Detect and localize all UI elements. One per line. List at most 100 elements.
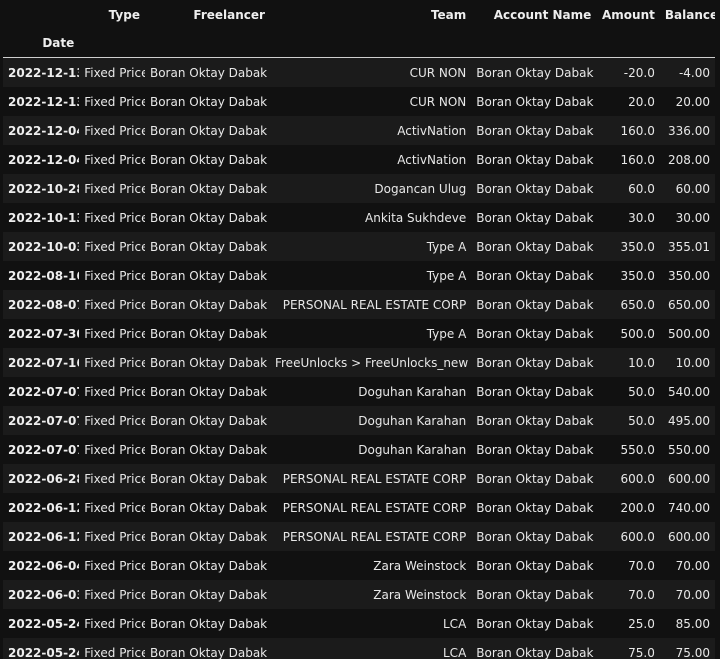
cell-amount: -20.0 <box>623 65 655 80</box>
cell-type: Fixed Price <box>84 181 145 196</box>
table-row: 2022-07-30 Fixed Price Boran Oktay Dabak Ty… <box>3 319 715 348</box>
cell-balance: 540.00 <box>668 384 710 399</box>
cell-account-name: Boran Oktay Dabak <box>476 442 594 457</box>
cell-account-name: Boran Oktay Dabak <box>476 297 594 312</box>
cell-date: 2022-07-30 <box>8 326 80 341</box>
cell-account-name: Boran Oktay Dabak <box>476 384 594 399</box>
table-row: 2022-08-16 Fixed Price Boran Oktay Dabak Ty… <box>3 261 715 290</box>
dataframe-table: Type Freelancer Team Account Name Amount… <box>3 0 715 659</box>
cell-date: 2022-10-13 <box>8 210 80 225</box>
cell-type: Fixed Price <box>84 587 145 602</box>
cell-freelancer: Boran Oktay Dabak <box>149 181 268 196</box>
cell-freelancer: Boran Oktay Dabak <box>149 297 268 312</box>
cell-team: Doguhan Karahan <box>358 384 467 399</box>
cell-team: Zara Weinstock <box>373 587 467 602</box>
cell-balance: 500.00 <box>668 326 710 341</box>
cell-balance: 740.00 <box>668 500 710 515</box>
cell-date: 2022-05-24 <box>8 645 80 659</box>
index-header-row: Date <box>3 29 715 58</box>
cell-date: 2022-06-12 <box>8 529 80 544</box>
cell-date: 2022-08-07 <box>8 297 80 312</box>
cell-type: Fixed Price <box>84 471 145 486</box>
cell-type: Fixed Price <box>84 210 145 225</box>
cell-freelancer: Boran Oktay Dabak <box>149 413 268 428</box>
cell-freelancer: Boran Oktay Dabak <box>149 268 268 283</box>
cell-freelancer: Boran Oktay Dabak <box>149 616 268 631</box>
cell-type: Fixed Price <box>84 239 145 254</box>
cell-account-name: Boran Oktay Dabak <box>476 65 594 80</box>
cell-account-name: Boran Oktay Dabak <box>476 500 594 515</box>
cell-amount: 50.0 <box>628 384 655 399</box>
table-row: 2022-07-07 Fixed Price Boran Oktay Dabak Do… <box>3 435 715 464</box>
cell-account-name: Boran Oktay Dabak <box>476 94 594 109</box>
cell-balance: 336.00 <box>668 123 710 138</box>
cell-date: 2022-12-13 <box>8 94 80 109</box>
table-row: 2022-05-24 Fixed Price Boran Oktay Dabak LC… <box>3 609 715 638</box>
cell-team: Doguhan Karahan <box>358 442 467 457</box>
cell-date: 2022-07-16 <box>8 355 80 370</box>
cell-date: 2022-12-13 <box>8 65 80 80</box>
cell-balance: 75.00 <box>675 645 710 659</box>
cell-account-name: Boran Oktay Dabak <box>476 471 594 486</box>
cell-account-name: Boran Oktay Dabak <box>476 529 594 544</box>
cell-team: Type A <box>426 326 467 341</box>
cell-amount: 75.0 <box>628 645 655 659</box>
cell-account-name: Boran Oktay Dabak <box>476 645 594 659</box>
cell-date: 2022-08-16 <box>8 268 80 283</box>
cell-amount: 650.0 <box>620 297 655 312</box>
cell-amount: 600.0 <box>620 529 655 544</box>
cell-date: 2022-07-07 <box>8 413 80 428</box>
cell-date: 2022-12-04 <box>8 123 80 138</box>
cell-date: 2022-06-04 <box>8 558 80 573</box>
cell-amount: 50.0 <box>628 413 655 428</box>
cell-team: ActivNation <box>397 152 467 167</box>
table-row: 2022-07-07 Fixed Price Boran Oktay Dabak Do… <box>3 377 715 406</box>
cell-balance: 495.00 <box>668 413 710 428</box>
cell-team: LCA <box>443 645 467 659</box>
table-row: 2022-06-12 Fixed Price Boran Oktay Dabak PE… <box>3 522 715 551</box>
cell-team: Doguhan Karahan <box>358 413 467 428</box>
cell-account-name: Boran Oktay Dabak <box>476 616 594 631</box>
header-blank <box>3 0 79 29</box>
cell-balance: 85.00 <box>675 616 710 631</box>
table-row: 2022-10-03 Fixed Price Boran Oktay Dabak Ty… <box>3 232 715 261</box>
cell-freelancer: Boran Oktay Dabak <box>149 355 268 370</box>
cell-team: PERSONAL REAL ESTATE CORP <box>282 529 467 544</box>
cell-balance: 70.00 <box>675 587 710 602</box>
cell-freelancer: Boran Oktay Dabak <box>149 500 268 515</box>
cell-balance: 70.00 <box>675 558 710 573</box>
cell-type: Fixed Price <box>84 558 145 573</box>
table-row: 2022-05-24 Fixed Price Boran Oktay Dabak LC… <box>3 638 715 659</box>
cell-freelancer: Boran Oktay Dabak <box>149 210 268 225</box>
cell-team: Dogancan Ulug <box>374 181 467 196</box>
cell-team: Ankita Sukhdeve <box>365 210 467 225</box>
cell-account-name: Boran Oktay Dabak <box>476 123 594 138</box>
cell-account-name: Boran Oktay Dabak <box>476 558 594 573</box>
cell-team: CUR NON <box>409 94 467 109</box>
cell-balance: -4.00 <box>678 65 710 80</box>
cell-balance: 208.00 <box>668 152 710 167</box>
cell-freelancer: Boran Oktay Dabak <box>149 529 268 544</box>
cell-type: Fixed Price <box>84 616 145 631</box>
header-account-name: Account Name <box>493 7 592 22</box>
header-type: Type <box>108 7 140 22</box>
cell-team: CUR NON <box>409 65 467 80</box>
table-row: 2022-12-13 Fixed Price Boran Oktay Dabak CU… <box>3 87 715 116</box>
cell-date: 2022-05-24 <box>8 616 80 631</box>
table-row: 2022-06-12 Fixed Price Boran Oktay Dabak PE… <box>3 493 715 522</box>
cell-amount: 550.0 <box>620 442 655 457</box>
cell-freelancer: Boran Oktay Dabak <box>149 94 268 109</box>
cell-amount: 20.0 <box>628 94 655 109</box>
cell-date: 2022-07-07 <box>8 384 80 399</box>
cell-type: Fixed Price <box>84 94 145 109</box>
table-row: 2022-06-03 Fixed Price Boran Oktay Dabak Za… <box>3 580 715 609</box>
cell-team: PERSONAL REAL ESTATE CORP <box>282 297 467 312</box>
table-body: 2022-12-13 Fixed Price Boran Oktay Dabak CU… <box>3 57 715 659</box>
cell-amount: 600.0 <box>620 471 655 486</box>
cell-amount: 30.0 <box>628 210 655 225</box>
cell-account-name: Boran Oktay Dabak <box>476 326 594 341</box>
cell-date: 2022-06-03 <box>8 587 80 602</box>
dataframe-output: Type Freelancer Team Account Name Amount… <box>0 0 720 659</box>
table-row: 2022-06-04 Fixed Price Boran Oktay Dabak Za… <box>3 551 715 580</box>
cell-balance: 600.00 <box>668 529 710 544</box>
